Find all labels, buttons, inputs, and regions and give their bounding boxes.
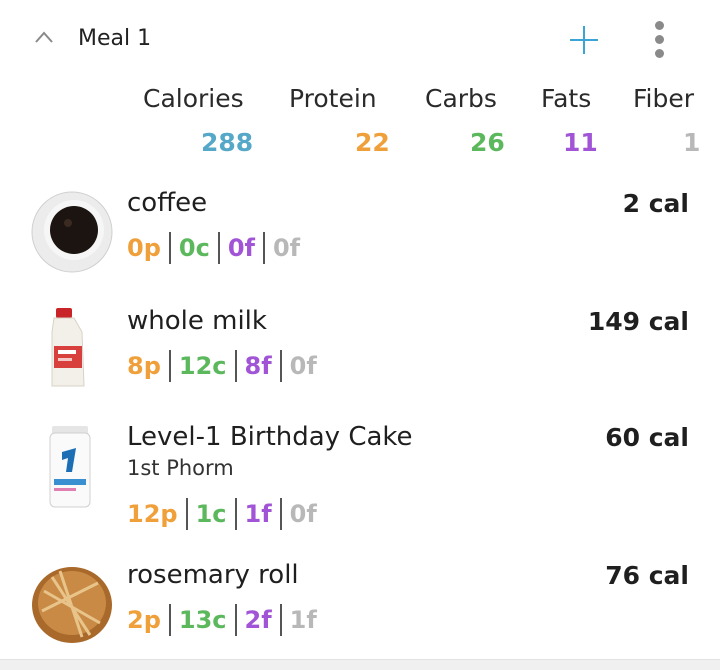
food-name: whole milk <box>127 306 267 336</box>
food-macros: 2p 13c 2f 1f <box>127 604 317 636</box>
protein-value: 8p <box>127 352 161 380</box>
carbs-value: 1c <box>195 500 227 528</box>
carbs-value: 0c <box>178 234 210 262</box>
header-carbs: Carbs <box>425 84 497 113</box>
food-macros: 0p 0c 0f 0f <box>127 232 300 264</box>
food-calories: 76 cal <box>605 561 689 590</box>
protein-value: 0p <box>127 234 161 262</box>
more-options-icon[interactable] <box>648 20 672 60</box>
fats-value: 1f <box>244 500 272 528</box>
food-brand: 1st Phorm <box>127 456 234 480</box>
meal-title[interactable]: Meal 1 <box>78 26 151 51</box>
food-calories: 149 cal <box>587 307 689 336</box>
food-macros: 12p 1c 1f 0f <box>127 498 317 530</box>
roll-image <box>32 567 112 643</box>
total-calories: 288 <box>201 128 254 157</box>
header-fiber: Fiber <box>633 84 695 113</box>
milk-jug-image <box>51 308 85 387</box>
food-name: coffee <box>127 188 208 218</box>
fiber-value: 0f <box>289 500 317 528</box>
food-item-coffee[interactable]: coffee 2 cal 0p 0c 0f 0f <box>0 180 720 280</box>
protein-value: 12p <box>127 500 178 528</box>
fats-value: 0f <box>227 234 255 262</box>
total-carbs: 26 <box>470 128 505 157</box>
food-name: rosemary roll <box>127 560 299 590</box>
protein-value: 2p <box>127 606 161 634</box>
header-calories: Calories <box>143 84 244 113</box>
protein-tub-image <box>49 426 91 508</box>
header-protein: Protein <box>289 84 377 113</box>
fiber-value: 0f <box>272 234 301 262</box>
add-food-icon[interactable] <box>567 23 601 57</box>
fats-value: 2f <box>244 606 272 634</box>
header-fats: Fats <box>541 84 592 113</box>
food-name: Level-1 Birthday Cake <box>127 422 413 452</box>
meal-header: Meal 1 <box>0 0 720 80</box>
fiber-value: 0f <box>289 352 317 380</box>
food-item-rosemary-roll[interactable]: rosemary roll 76 cal 2p 13c 2f 1f <box>0 554 720 654</box>
food-calories: 2 cal <box>622 189 689 218</box>
total-fiber: 1 <box>683 128 701 157</box>
fiber-value: 1f <box>289 606 317 634</box>
food-macros: 8p 12c 8f 0f <box>127 350 317 382</box>
fats-value: 8f <box>244 352 272 380</box>
bottom-divider <box>0 659 720 670</box>
coffee-image <box>31 191 113 273</box>
total-fats: 11 <box>563 128 598 157</box>
total-protein: 22 <box>355 128 390 157</box>
food-item-whole-milk[interactable]: whole milk 149 cal 8p 12c 8f 0f <box>0 298 720 398</box>
chevron-up-icon[interactable] <box>34 30 54 44</box>
carbs-value: 12c <box>178 352 227 380</box>
food-item-level-1-birthday-cake[interactable]: Level-1 Birthday Cake 1st Phorm 60 cal 1… <box>0 414 720 544</box>
food-calories: 60 cal <box>605 423 689 452</box>
carbs-value: 13c <box>178 606 227 634</box>
